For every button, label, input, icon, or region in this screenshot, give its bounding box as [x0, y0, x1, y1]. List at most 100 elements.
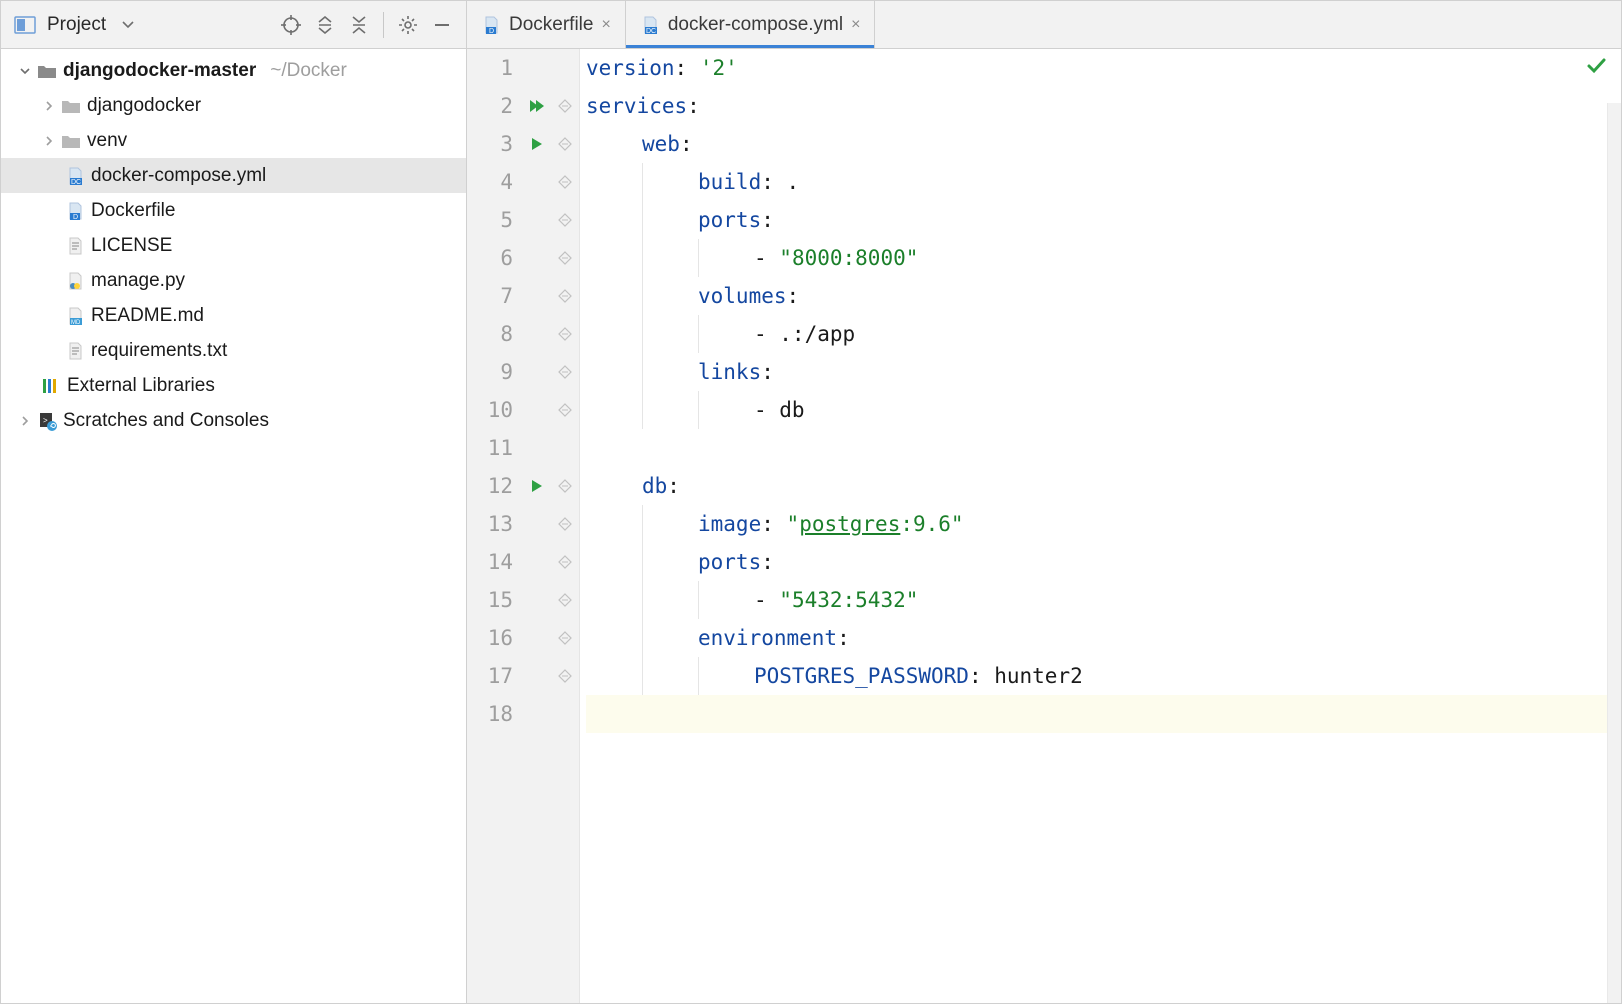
- editor-body[interactable]: 123456789101112131415161718 version: '2'…: [467, 49, 1621, 1003]
- fold-icon[interactable]: [551, 505, 579, 543]
- project-dropdown-icon[interactable]: [112, 9, 144, 41]
- code-line[interactable]: - "8000:8000": [586, 239, 1621, 277]
- code-line[interactable]: links:: [586, 353, 1621, 391]
- editor-tabs: D Dockerfile × DC docker-compose.yml ×: [467, 1, 1621, 49]
- tree-file-dockerfile[interactable]: D Dockerfile: [1, 193, 466, 228]
- tree-file-label: LICENSE: [91, 235, 172, 257]
- close-icon[interactable]: ×: [601, 16, 610, 34]
- tree-file-readme[interactable]: MD README.md: [1, 298, 466, 333]
- chevron-right-icon[interactable]: [15, 414, 35, 428]
- chevron-right-icon[interactable]: [39, 99, 59, 113]
- svg-text:DC: DC: [71, 179, 81, 186]
- tab-docker-compose[interactable]: DC docker-compose.yml ×: [626, 1, 876, 48]
- gutter-cell: [523, 239, 551, 277]
- tree-folder[interactable]: djangodocker: [1, 88, 466, 123]
- locate-icon[interactable]: [275, 9, 307, 41]
- collapse-all-icon[interactable]: [343, 9, 375, 41]
- fold-icon[interactable]: [551, 467, 579, 505]
- code-line[interactable]: POSTGRES_PASSWORD: hunter2: [586, 657, 1621, 695]
- fold-icon[interactable]: [551, 87, 579, 125]
- tree-folder-label: venv: [87, 130, 127, 152]
- tree-file-label: requirements.txt: [91, 340, 227, 362]
- fold-icon[interactable]: [551, 125, 579, 163]
- line-number: 16: [467, 619, 513, 657]
- run-line-icon[interactable]: [523, 125, 551, 163]
- svg-text:MD: MD: [71, 320, 81, 326]
- library-icon: [39, 377, 63, 395]
- project-view-icon[interactable]: [9, 9, 41, 41]
- fold-icon[interactable]: [551, 163, 579, 201]
- tree-file-label: README.md: [91, 305, 204, 327]
- scrollbar[interactable]: [1607, 103, 1621, 1003]
- sidebar-toolbar: Project: [1, 1, 466, 49]
- inspection-ok-icon[interactable]: [1585, 55, 1607, 77]
- code-line[interactable]: version: '2': [586, 49, 1621, 87]
- code-content[interactable]: version: '2'services:web:build: .ports:-…: [580, 49, 1621, 1003]
- tree-external-libraries[interactable]: External Libraries: [1, 368, 466, 403]
- gutter-cell: [523, 429, 551, 467]
- tree-scratches[interactable]: >_ Scratches and Consoles: [1, 403, 466, 438]
- code-line[interactable]: build: .: [586, 163, 1621, 201]
- code-line[interactable]: [586, 695, 1621, 733]
- code-line[interactable]: - "5432:5432": [586, 581, 1621, 619]
- fold-icon[interactable]: [551, 315, 579, 353]
- tree-folder[interactable]: venv: [1, 123, 466, 158]
- tree-file-docker-compose[interactable]: DC docker-compose.yml: [1, 158, 466, 193]
- close-icon[interactable]: ×: [851, 16, 860, 34]
- tab-dockerfile[interactable]: D Dockerfile ×: [467, 1, 626, 48]
- code-line[interactable]: volumes:: [586, 277, 1621, 315]
- hide-panel-icon[interactable]: [426, 9, 458, 41]
- tree-file-requirements[interactable]: requirements.txt: [1, 333, 466, 368]
- sidebar-title[interactable]: Project: [47, 14, 106, 36]
- gutter-cell: [551, 429, 579, 467]
- code-line[interactable]: services:: [586, 87, 1621, 125]
- line-number: 18: [467, 695, 513, 733]
- fold-icon[interactable]: [551, 619, 579, 657]
- run-gutter: [523, 49, 551, 1003]
- chevron-right-icon[interactable]: [39, 134, 59, 148]
- tree-file-label: Dockerfile: [91, 200, 175, 222]
- code-line[interactable]: environment:: [586, 619, 1621, 657]
- fold-icon[interactable]: [551, 543, 579, 581]
- code-line[interactable]: ports:: [586, 543, 1621, 581]
- project-tree: djangodocker-master ~/Docker djangodocke…: [1, 49, 466, 1003]
- tree-file-manage-py[interactable]: manage.py: [1, 263, 466, 298]
- fold-icon[interactable]: [551, 353, 579, 391]
- dockerfile-icon: D: [481, 15, 501, 35]
- fold-icon[interactable]: [551, 277, 579, 315]
- fold-icon[interactable]: [551, 201, 579, 239]
- code-line[interactable]: db:: [586, 467, 1621, 505]
- code-line[interactable]: ports:: [586, 201, 1621, 239]
- tab-label: Dockerfile: [509, 14, 593, 36]
- code-line[interactable]: web:: [586, 125, 1621, 163]
- line-number: 10: [467, 391, 513, 429]
- fold-icon[interactable]: [551, 581, 579, 619]
- run-line-icon[interactable]: [523, 467, 551, 505]
- chevron-down-icon[interactable]: [15, 64, 35, 78]
- fold-gutter: [551, 49, 579, 1003]
- fold-icon[interactable]: [551, 239, 579, 277]
- folder-icon: [59, 133, 83, 149]
- code-line[interactable]: [586, 429, 1621, 467]
- code-line[interactable]: - .:/app: [586, 315, 1621, 353]
- line-number: 4: [467, 163, 513, 201]
- gutter-cell: [551, 695, 579, 733]
- dockerfile-icon: D: [63, 201, 87, 221]
- tree-root[interactable]: djangodocker-master ~/Docker: [1, 53, 466, 88]
- code-line[interactable]: image: "postgres:9.6": [586, 505, 1621, 543]
- code-line[interactable]: - db: [586, 391, 1621, 429]
- gutter-cell: [551, 49, 579, 87]
- tree-file-license[interactable]: LICENSE: [1, 228, 466, 263]
- folder-icon: [35, 63, 59, 79]
- fold-icon[interactable]: [551, 391, 579, 429]
- editor-gutter: 123456789101112131415161718: [467, 49, 580, 1003]
- gutter-cell: [523, 581, 551, 619]
- tree-folder-label: djangodocker: [87, 95, 201, 117]
- fold-icon[interactable]: [551, 657, 579, 695]
- run-line-icon[interactable]: [523, 87, 551, 125]
- python-file-icon: [63, 271, 87, 291]
- gutter-cell: [523, 619, 551, 657]
- settings-icon[interactable]: [392, 9, 424, 41]
- line-numbers: 123456789101112131415161718: [467, 49, 523, 1003]
- expand-all-icon[interactable]: [309, 9, 341, 41]
